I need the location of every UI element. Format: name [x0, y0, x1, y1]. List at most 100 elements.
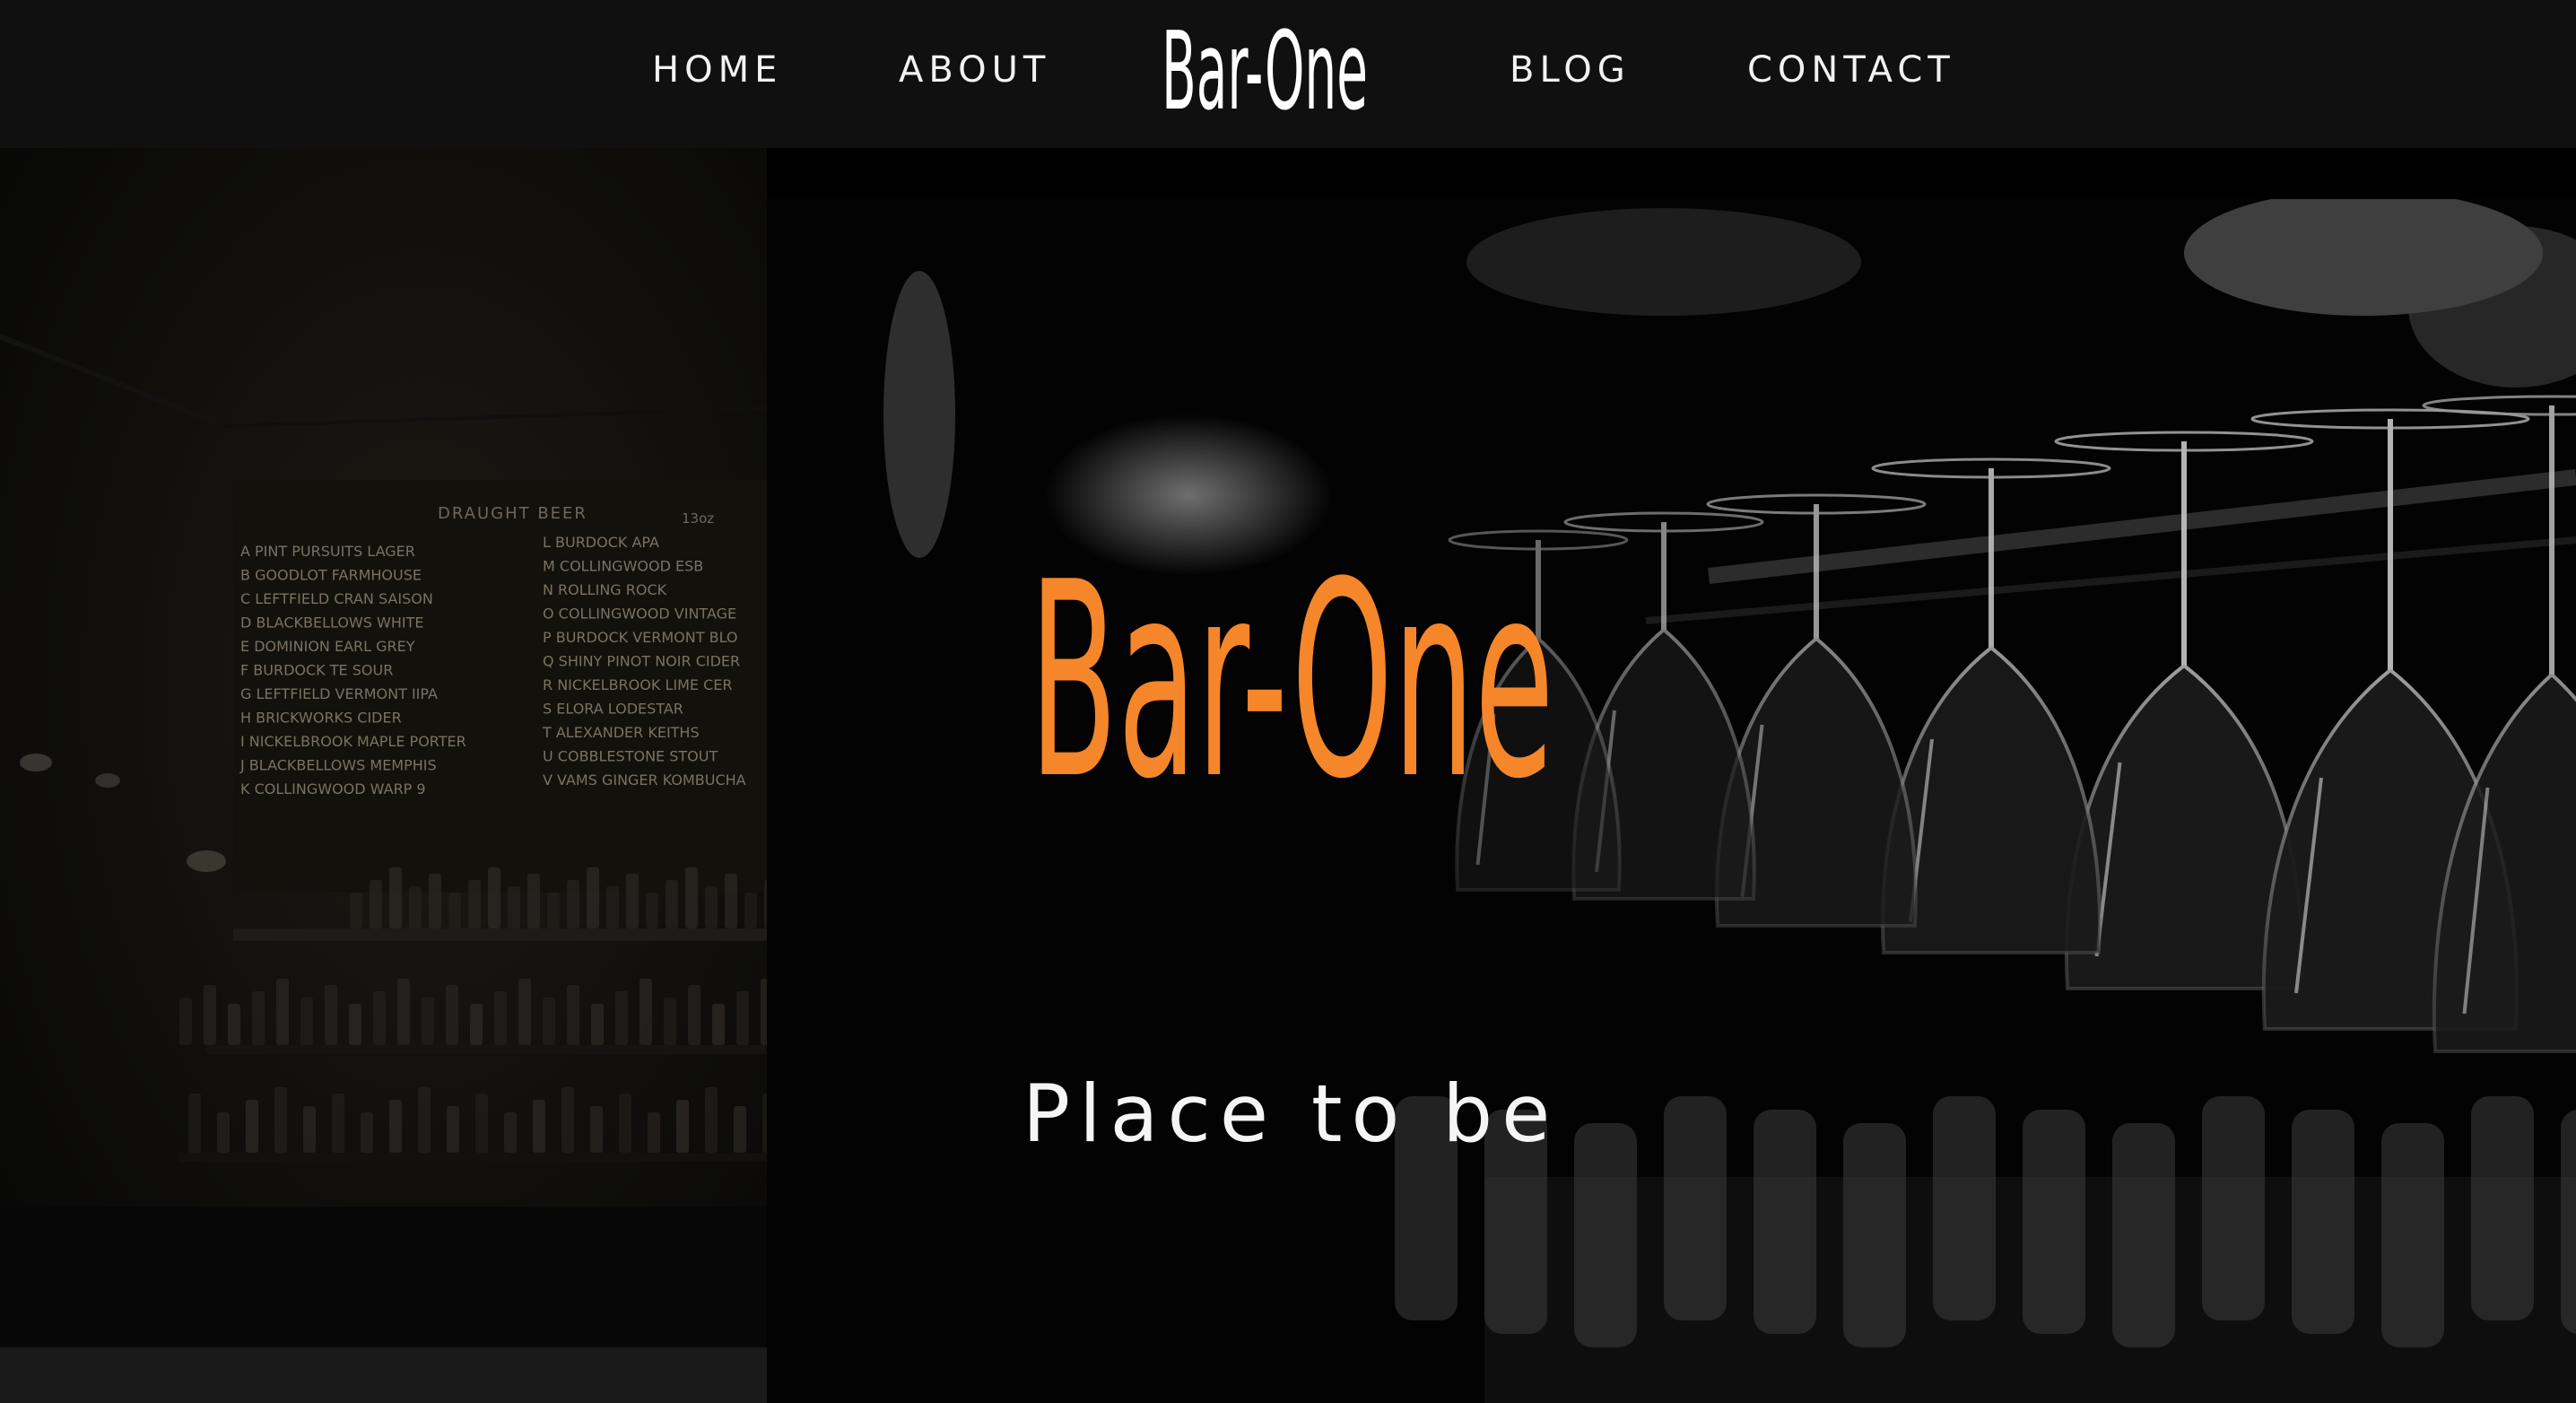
bottle-shape	[475, 1094, 488, 1153]
menu-board-line: F BURDOCK TE SOUR	[240, 662, 393, 679]
bottle-shape	[518, 979, 531, 1045]
bottle-shape	[429, 874, 441, 928]
bottle-shape	[325, 985, 337, 1045]
bottle-shape	[446, 985, 458, 1045]
bottle-shape	[488, 867, 500, 928]
blurred-glass-shape	[2292, 1110, 2354, 1334]
bottle-shape	[736, 991, 749, 1045]
bottle-shape	[303, 1106, 316, 1153]
bottle-shape	[361, 1112, 373, 1153]
blurred-glass-shape	[1843, 1123, 1906, 1347]
bottle-shape	[587, 867, 599, 928]
blurred-glass-shape	[2561, 1110, 2576, 1334]
menu-board-line: D BLACKBELLOWS WHITE	[240, 614, 423, 632]
hero-section: DRAUGHT BEER 13oz A PINT PURSUITS LAGER B…	[0, 148, 2576, 1403]
bottle-shape	[712, 1004, 725, 1045]
bottle-shape	[761, 979, 767, 1045]
bottle-shape	[246, 1100, 258, 1153]
bottle-shape	[300, 998, 313, 1045]
menu-board-line: J BLACKBELLOWS MEMPHIS	[239, 757, 437, 774]
bottle-shape	[274, 1087, 287, 1153]
bottle-shape	[508, 886, 520, 928]
bottle-shape	[533, 1100, 545, 1153]
bottle-shape	[591, 1004, 604, 1045]
blurred-glass-shape	[1574, 1123, 1637, 1347]
bottle-shape	[418, 1087, 431, 1153]
menu-board-line: U COBBLESTONE STOUT	[543, 748, 718, 765]
bottle-shape	[504, 1112, 517, 1153]
bottle-shape	[217, 1112, 230, 1153]
menu-board-line: H BRICKWORKS CIDER	[240, 710, 402, 727]
bottle-shape	[179, 998, 192, 1045]
bottle-shape	[688, 985, 701, 1045]
bottle-shape	[494, 991, 507, 1045]
bottle-shape	[447, 1106, 459, 1153]
nav-link-home[interactable]: HOME	[652, 45, 782, 95]
bottle-shape	[567, 880, 579, 928]
bottle-shape	[626, 874, 639, 928]
blurred-glass-shape	[2381, 1123, 2444, 1347]
bottle-shape	[547, 893, 560, 928]
bottle-shape	[705, 1087, 718, 1153]
bottle-shape	[332, 1094, 344, 1153]
blurred-glass-shape	[1664, 1096, 1727, 1320]
bottle-shape	[470, 1004, 483, 1045]
bottle-shape	[734, 1106, 746, 1153]
menu-board-line: N ROLLING ROCK	[543, 581, 667, 598]
bottle-shape	[252, 991, 265, 1045]
blurred-glass-shape	[2112, 1123, 2175, 1347]
menu-board-line: Q SHINY PINOT NOIR CIDER	[543, 653, 740, 670]
blurred-glass-shape	[2202, 1096, 2265, 1320]
menu-board-line: G LEFTFIELD VERMONT IIPA	[240, 685, 438, 702]
nav-link-contact[interactable]: CONTACT	[1747, 45, 1955, 95]
blurred-glass-shape	[1754, 1110, 1816, 1334]
bottle-shape	[409, 886, 422, 928]
bottle-shape	[389, 1100, 402, 1153]
draught-board-image: DRAUGHT BEER 13oz A PINT PURSUITS LAGER B…	[0, 148, 767, 1347]
nav-link-blog[interactable]: BLOG	[1510, 45, 1631, 95]
menu-board-line: O COLLINGWOOD VINTAGE	[543, 606, 736, 623]
bottle-shape	[676, 1100, 689, 1153]
bottle-shape	[543, 998, 555, 1045]
bottle-shape	[561, 1087, 574, 1153]
bottle-shape	[615, 991, 628, 1045]
logo-wordmark: Bar-One	[1162, 14, 1368, 122]
logo-text: Bar-One	[1162, 14, 1368, 122]
nav-link-about[interactable]: ABOUT	[899, 45, 1050, 95]
bottle-shape	[204, 985, 216, 1045]
bottle-shape	[648, 1112, 660, 1153]
bottle-shape	[468, 880, 481, 928]
bottle-shape	[666, 880, 678, 928]
bottle-shape	[422, 998, 434, 1045]
bottle-shape	[349, 1004, 361, 1045]
menu-board-line: V VAMS GINGER KOMBUCHA	[543, 771, 746, 789]
menu-board-line: L BURDOCK APA	[543, 534, 659, 551]
menu-board-line: C LEFTFIELD CRAN SAISON	[240, 590, 433, 607]
blurred-glass-shape	[1933, 1096, 1996, 1320]
bottle-shape	[725, 874, 737, 928]
bottle-shape	[370, 880, 382, 928]
bottle-shape	[590, 1106, 603, 1153]
bottle-shape	[389, 867, 402, 928]
menu-board-line: E DOMINION EARL GREY	[240, 638, 415, 655]
menu-board-line: I NICKELBROOK MAPLE PORTER	[240, 733, 466, 750]
bottle-shape	[685, 867, 698, 928]
site-logo[interactable]: Bar-One	[1162, 14, 1368, 122]
menu-board-line: M COLLINGWOOD ESB	[543, 558, 703, 575]
bottle-shape	[705, 886, 718, 928]
blurred-glass-shape	[2023, 1110, 2085, 1334]
bottle-shape	[527, 874, 540, 928]
bottle-shape	[606, 886, 619, 928]
menu-board-line: T ALEXANDER KEITHS	[542, 724, 700, 741]
bottle-shape	[350, 893, 362, 928]
menu-board-line: B GOODLOT FARMHOUSE	[240, 567, 422, 584]
hero-title-text: Bar-One	[1030, 543, 1554, 821]
bottle-shape	[276, 979, 289, 1045]
menu-heading: DRAUGHT BEER	[438, 504, 587, 523]
menu-board-line: R NICKELBROOK LIME CER	[543, 676, 732, 693]
hero-title: Bar-One	[1023, 543, 1561, 821]
bottle-shape	[373, 991, 386, 1045]
menu-board-line: K COLLINGWOOD WARP 9	[240, 780, 426, 797]
bottle-shape	[744, 893, 757, 928]
bar-photo-left: DRAUGHT BEER 13oz A PINT PURSUITS LAGER B…	[0, 148, 767, 1347]
